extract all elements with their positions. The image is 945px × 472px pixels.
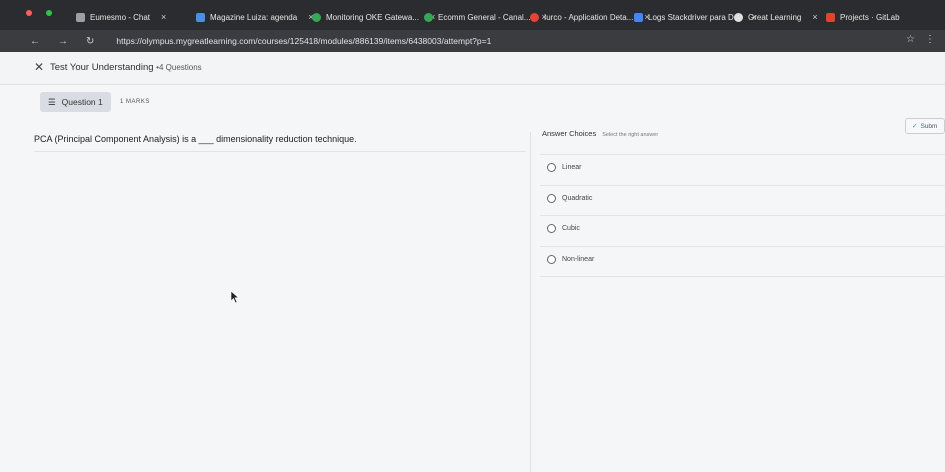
browser-tab-bar: Eumesmo - Chat × Magazine Luiza: agenda …	[0, 0, 945, 30]
chat-icon	[76, 12, 85, 22]
browser-tab-0[interactable]: Eumesmo - Chat ×	[76, 8, 166, 26]
maximize-window-dot[interactable]	[46, 10, 52, 16]
check-icon: ✓	[912, 123, 918, 130]
question-text: PCA (Principal Component Analysis) is a …	[34, 134, 357, 144]
close-tab-icon[interactable]: ×	[161, 12, 166, 22]
question-label: Question 1	[61, 97, 103, 107]
answer-option-non-linear[interactable]: Non-linear	[540, 246, 945, 272]
page-title: Test Your Understanding •4 Questions	[50, 62, 202, 73]
tab-label: Projects · GitLab	[840, 12, 900, 22]
browser-tab-4[interactable]: Iurco - Application Deta... ×	[530, 8, 650, 26]
answers-hint: Select the right answer	[602, 132, 659, 138]
radio-button[interactable]	[547, 224, 556, 233]
mouse-cursor-icon	[230, 290, 240, 304]
ecomm-icon	[424, 12, 433, 22]
gitlab-icon	[826, 12, 835, 22]
answer-option-linear[interactable]: Linear	[540, 154, 945, 180]
forward-icon[interactable]: →	[58, 36, 68, 47]
browser-tab-2[interactable]: Monitoring OKE Gatewa... ×	[312, 8, 435, 26]
question-divider	[34, 151, 526, 152]
tab-label: Monitoring OKE Gatewa...	[326, 12, 419, 22]
marks-label: 1 MARKS	[120, 99, 150, 105]
option-label: Non-linear	[562, 256, 595, 263]
tab-label: Logs Stackdriver para D...	[648, 12, 741, 22]
close-window-dot[interactable]	[26, 10, 32, 16]
great-learning-icon	[734, 12, 743, 22]
close-tab-icon[interactable]: ×	[812, 12, 817, 22]
magazine-icon	[196, 12, 205, 22]
browser-address-bar: ← → ↻ https://olympus.mygreatlearning.co…	[0, 30, 945, 52]
toolbar-icons: ☆ ⋮	[906, 34, 935, 45]
browser-tab-6[interactable]: Great Learning ×	[734, 8, 818, 26]
url-field[interactable]: https://olympus.mygreatlearning.com/cour…	[116, 36, 491, 46]
panel-divider	[530, 132, 531, 472]
menu-icon[interactable]: ⋮	[925, 34, 935, 45]
answer-option-quadratic[interactable]: Quadratic	[540, 185, 945, 211]
radio-button[interactable]	[547, 163, 556, 172]
tab-label: Ecomm General - Canal...	[438, 12, 531, 22]
list-icon: ☰	[48, 96, 56, 107]
monitoring-icon	[312, 12, 321, 22]
tab-label: Great Learning	[748, 12, 802, 22]
options-bottom-border	[540, 276, 945, 277]
question-count-text: 4 Questions	[158, 63, 202, 72]
browser-tab-7[interactable]: Projects · GitLab	[826, 8, 900, 26]
option-label: Linear	[562, 164, 582, 171]
submit-button[interactable]: ✓ Subm	[905, 118, 945, 134]
window-controls	[26, 10, 52, 16]
back-icon[interactable]: ←	[30, 36, 40, 47]
option-label: Quadratic	[562, 195, 593, 202]
stackdriver-icon	[634, 12, 643, 22]
page-content: ✕ Test Your Understanding •4 Questions ☰…	[0, 52, 945, 472]
star-icon[interactable]: ☆	[906, 34, 915, 45]
browser-tab-1[interactable]: Magazine Luiza: agenda ×	[196, 8, 313, 26]
browser-tab-3[interactable]: Ecomm General - Canal... ×	[424, 8, 547, 26]
tab-label: Iurco - Application Deta...	[544, 12, 634, 22]
tab-label: Eumesmo - Chat	[90, 12, 151, 22]
question-badge[interactable]: ☰ Question 1	[40, 92, 111, 112]
answers-heading: Answer Choices	[542, 129, 597, 138]
nav-buttons: ← → ↻	[30, 36, 94, 47]
answer-option-cubic[interactable]: Cubic	[540, 215, 945, 241]
submit-label: Subm	[920, 122, 938, 130]
radio-button[interactable]	[547, 194, 556, 203]
tab-label: Magazine Luiza: agenda	[210, 12, 298, 22]
radio-button[interactable]	[547, 255, 556, 264]
answer-choices-header: Answer Choices Select the right answer	[542, 129, 658, 138]
iurco-icon	[530, 12, 539, 22]
question-count: •4 Questions	[156, 63, 202, 72]
question-bar: ☰ Question 1 1 MARKS	[0, 86, 945, 120]
quiz-header: ✕ Test Your Understanding •4 Questions	[0, 52, 945, 85]
reload-icon[interactable]: ↻	[86, 36, 94, 47]
option-label: Cubic	[562, 225, 580, 232]
quiz-title: Test Your Understanding	[50, 62, 154, 73]
close-quiz-icon[interactable]: ✕	[34, 60, 44, 74]
